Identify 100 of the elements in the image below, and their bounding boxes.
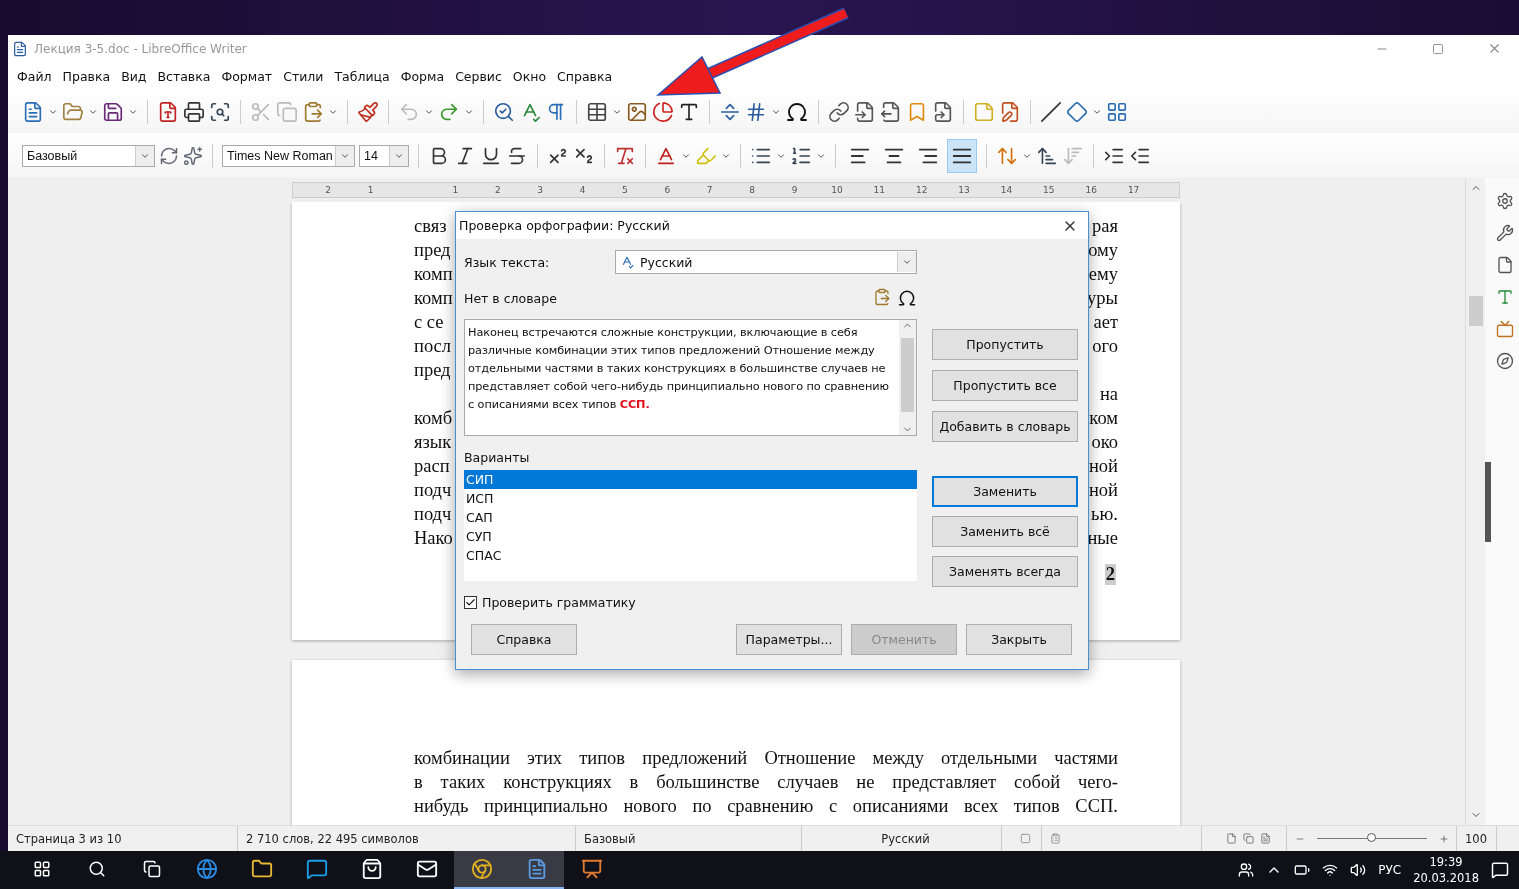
text-fragment: комб	[414, 407, 453, 430]
ruler-number: 5	[621, 184, 629, 197]
suggestion-item[interactable]: ИСП	[464, 489, 917, 508]
text-fragment: ью.	[1091, 503, 1118, 526]
pdf-icon[interactable]	[157, 100, 179, 123]
properties-icon[interactable]	[1496, 192, 1514, 210]
update-style-icon[interactable]	[159, 145, 179, 166]
ruler-number: 1	[366, 184, 375, 197]
justify-icon[interactable]	[947, 138, 977, 173]
menu-item[interactable]: Вид	[121, 68, 155, 84]
paste-icon[interactable]	[302, 100, 324, 123]
save-icon[interactable]	[102, 100, 124, 123]
font-size-field[interactable]: 14	[359, 144, 409, 167]
text-fragment: ему	[1088, 263, 1118, 286]
image-icon[interactable]	[626, 100, 648, 123]
navigator-icon[interactable]	[1496, 352, 1514, 370]
ruler-number: 1	[451, 184, 460, 197]
zoom-in-icon[interactable]	[1439, 833, 1449, 844]
table-icon[interactable]	[586, 100, 608, 123]
language-select[interactable]: Русский	[615, 250, 917, 274]
menu-item[interactable]: Стили	[283, 68, 332, 84]
menu-item[interactable]: Файл	[17, 68, 60, 84]
dialog-button[interactable]: Параметры...	[736, 624, 842, 655]
new-document-icon[interactable]	[22, 100, 44, 123]
font-name-field[interactable]: Times New Roman	[222, 144, 355, 167]
help-button[interactable]: Справка	[471, 624, 577, 655]
text-fragment: ные	[1087, 527, 1118, 550]
notifications-icon[interactable]	[1491, 861, 1509, 879]
new-style-icon[interactable]	[183, 145, 203, 166]
checkbox[interactable]	[464, 596, 477, 609]
scroll-thumb[interactable]	[1469, 296, 1483, 326]
paragraph-style-field[interactable]: Базовый	[22, 144, 155, 167]
suggestion-item[interactable]: СУП	[464, 527, 917, 546]
footnote-icon[interactable]	[854, 100, 876, 123]
ruler-number: 4	[578, 184, 587, 197]
scroll-thumb[interactable]	[901, 338, 914, 412]
suggestion-item[interactable]: СПАС	[464, 546, 917, 565]
zoom-thumb[interactable]	[1367, 833, 1376, 842]
link-icon[interactable]	[828, 100, 850, 123]
text-fragment: ого	[1092, 335, 1118, 358]
diamond-icon[interactable]	[1066, 100, 1088, 123]
chrome-icon[interactable]	[454, 851, 509, 889]
omega-icon[interactable]	[897, 288, 917, 308]
text-fragment: рая	[1092, 215, 1118, 238]
dialog-button[interactable]: Добавить в словарь	[932, 411, 1078, 442]
chart-icon[interactable]	[652, 100, 674, 123]
sentence-field[interactable]: Наконец встречаются сложные конструкции, включающие в себя различные комбинации этих типов предложений Отношение между отдельными частями в таких конструкциях в большинстве случаев не представляет собой чего-нибудь принципиально нового по сравнению с описаниями всех типов ССП.	[464, 319, 917, 436]
caret-icon[interactable]	[902, 257, 912, 267]
paintbrush-icon[interactable]	[357, 100, 379, 123]
multi-page-icon[interactable]	[1242, 833, 1254, 844]
text-fragment: ной	[1088, 455, 1118, 478]
replace-button[interactable]: Заменять всегда	[932, 556, 1078, 587]
menu-item[interactable]: Вставка	[157, 68, 219, 84]
menu-item[interactable]: Сервис	[455, 68, 510, 84]
replace-button[interactable]: Заменить всё	[932, 516, 1078, 547]
menu-item[interactable]: Форма	[400, 68, 453, 84]
find-replace-icon[interactable]	[493, 100, 515, 123]
print-preview-icon[interactable]	[209, 100, 231, 123]
dialog-button[interactable]: Пропустить	[932, 329, 1078, 360]
restore-icon[interactable]	[1432, 42, 1444, 55]
page-number-icon[interactable]	[745, 100, 767, 123]
people-icon[interactable]	[1238, 862, 1255, 878]
sidebar-handle[interactable]	[1485, 461, 1491, 542]
gallery-icon[interactable]	[1496, 320, 1514, 338]
dialog-button[interactable]: Пропустить все	[932, 370, 1078, 401]
text-line: нибудь принципиально нового по сравнению с описаниями всех типов ССП.	[414, 795, 1118, 818]
line-icon[interactable]	[1040, 100, 1062, 123]
volume-icon[interactable]	[1350, 862, 1367, 878]
track-changes-icon[interactable]	[999, 100, 1021, 123]
single-page-icon[interactable]	[1225, 833, 1237, 844]
wrench-icon[interactable]	[1496, 224, 1514, 242]
wifi-icon[interactable]	[1322, 862, 1339, 878]
endnote-icon[interactable]	[880, 100, 902, 123]
battery-icon[interactable]	[1294, 862, 1311, 878]
page-icon[interactable]	[1496, 256, 1514, 274]
dialog-title: Проверка орфографии: Русский	[459, 218, 671, 233]
dialog-button[interactable]: Закрыть	[966, 624, 1072, 655]
suggestion-item[interactable]: САП	[464, 508, 917, 527]
menu-item[interactable]: Окно	[512, 68, 555, 84]
paste-icon[interactable]	[873, 288, 891, 306]
scrollbar[interactable]	[1465, 178, 1485, 825]
page-number: 2	[1104, 564, 1116, 585]
print-icon[interactable]	[183, 100, 205, 123]
styles-icon[interactable]	[1496, 288, 1514, 306]
ruler-number: 2	[324, 184, 333, 197]
signature-icon	[1050, 833, 1061, 844]
suggestion-item[interactable]: СИП	[464, 470, 917, 489]
menu-item[interactable]: Формат	[221, 68, 281, 84]
menu-item[interactable]: Таблица	[334, 68, 398, 84]
grid-icon[interactable]	[1106, 100, 1128, 123]
cross-reference-icon[interactable]	[932, 100, 954, 123]
ruler-number: 17	[1126, 184, 1141, 197]
menu-item[interactable]: Справка	[557, 68, 621, 84]
writer-icon[interactable]	[509, 851, 564, 889]
ruler-number: 14	[999, 184, 1014, 197]
replace-button[interactable]: Заменить	[932, 476, 1078, 507]
document-icon	[12, 40, 28, 57]
input-language[interactable]: РУС	[1378, 863, 1402, 877]
book-view-icon[interactable]	[1259, 833, 1271, 844]
menu-item[interactable]: Правка	[62, 68, 119, 84]
